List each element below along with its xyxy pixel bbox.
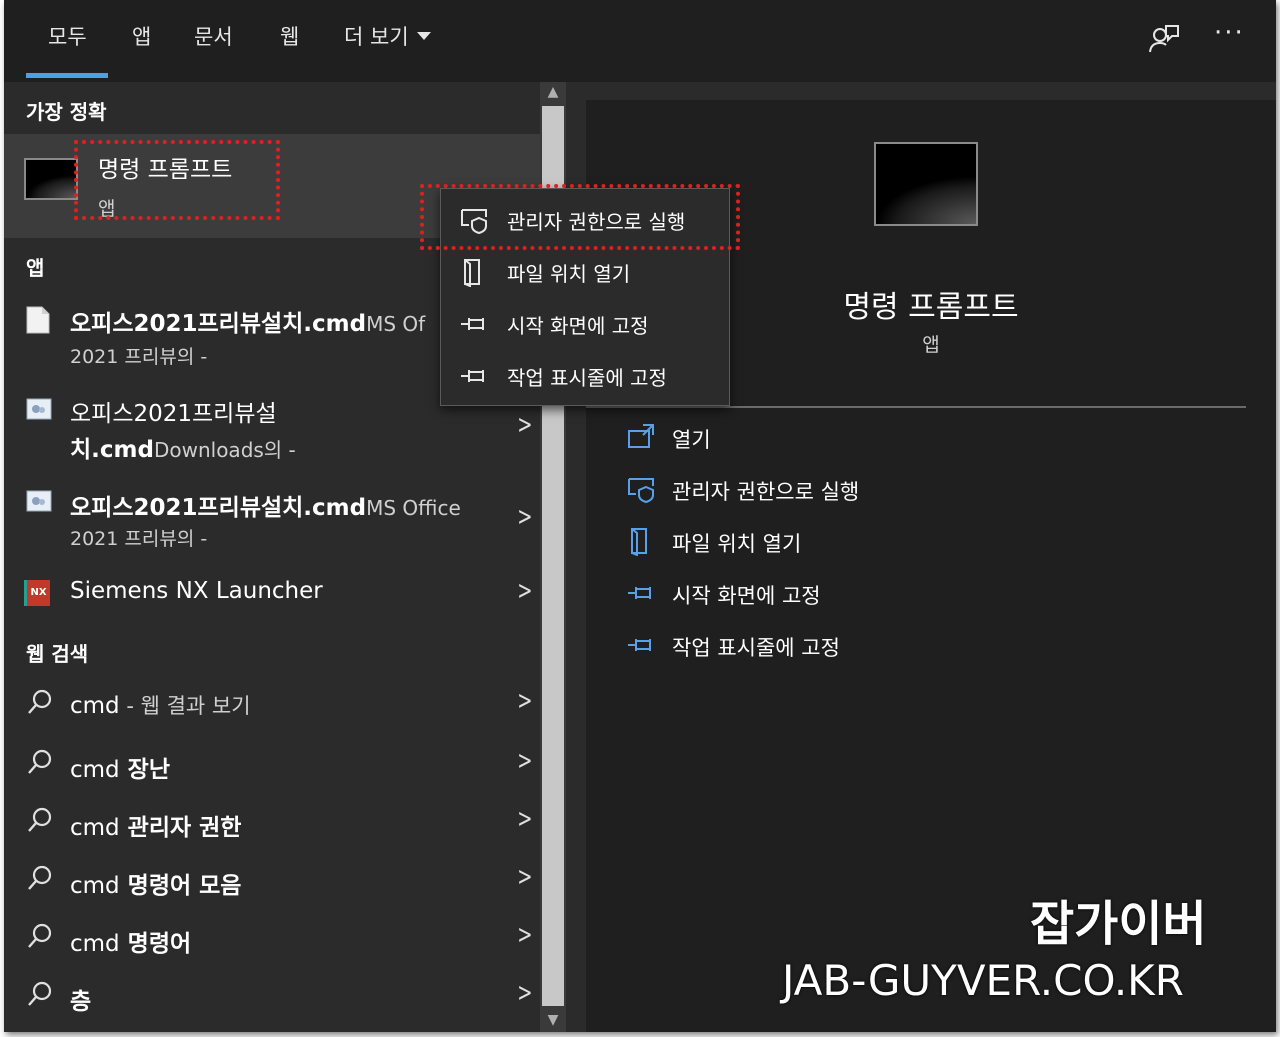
chevron-right-icon[interactable]: > bbox=[517, 920, 532, 950]
tab-web[interactable]: 웹 bbox=[280, 22, 299, 52]
feedback-icon[interactable] bbox=[1146, 22, 1180, 56]
tab-more[interactable]: 더 보기 bbox=[344, 22, 431, 52]
file-location-icon bbox=[631, 528, 647, 556]
tab-more-label: 더 보기 bbox=[344, 25, 409, 49]
best-match-title: 명령 프롬프트 bbox=[98, 157, 233, 183]
app-title: Siemens NX Launcher bbox=[70, 578, 323, 604]
chevron-right-icon[interactable]: > bbox=[517, 804, 532, 834]
menu-item-pin-to-taskbar[interactable]: 작업 표시줄에 고정 bbox=[441, 349, 731, 401]
batch-file-icon bbox=[26, 490, 52, 512]
web-result-text: 층 bbox=[70, 989, 92, 1015]
list-item[interactable]: 오피스2021프리뷰설치.cmdMS Office 2021 프리뷰의 - > bbox=[4, 478, 540, 562]
app-subtitle: 2021 프리뷰의 - bbox=[70, 528, 208, 550]
shield-icon bbox=[461, 209, 487, 235]
action-label: 시작 화면에 고정 bbox=[672, 584, 821, 608]
pin-icon bbox=[628, 639, 651, 651]
search-icon bbox=[28, 923, 52, 948]
menu-item-run-as-admin[interactable]: 관리자 권한으로 실행 bbox=[441, 193, 731, 245]
pin-icon bbox=[461, 370, 484, 382]
app-subtitle: 2021 프리뷰의 - bbox=[70, 346, 208, 368]
search-window: 모두 앱 문서 웹 더 보기 ··· 가장 정확 명령 프롬프트 앱 앱 오피스… bbox=[4, 0, 1276, 1032]
caret-down-icon bbox=[416, 32, 431, 40]
chevron-right-icon[interactable]: > bbox=[517, 862, 532, 892]
section-web-search: 웹 검색 bbox=[26, 642, 89, 666]
menu-item-label: 시작 화면에 고정 bbox=[507, 314, 649, 338]
menu-item-label: 작업 표시줄에 고정 bbox=[507, 366, 667, 390]
list-item[interactable]: cmd 명령어 > bbox=[4, 916, 540, 962]
app-title-line1: 오피스2021프리뷰설 bbox=[70, 401, 277, 427]
scroll-down-icon[interactable]: ▼ bbox=[540, 1012, 566, 1028]
context-menu: 관리자 권한으로 실행 파일 위치 열기 시작 화면에 고정 작업 표시줄에 고… bbox=[440, 188, 730, 406]
batch-file-icon bbox=[26, 398, 52, 420]
search-icon bbox=[28, 807, 52, 832]
list-item[interactable]: cmd 장난 > bbox=[4, 742, 540, 788]
list-item[interactable]: NX Siemens NX Launcher > bbox=[4, 572, 540, 618]
pin-icon bbox=[461, 318, 484, 330]
search-icon bbox=[28, 865, 52, 890]
command-prompt-icon bbox=[24, 158, 78, 200]
chevron-right-icon[interactable]: > bbox=[517, 502, 532, 532]
action-label: 파일 위치 열기 bbox=[672, 532, 802, 556]
chevron-right-icon[interactable]: > bbox=[517, 410, 532, 440]
watermark-title: 잡가이버 bbox=[1030, 896, 1207, 952]
search-icon bbox=[28, 981, 52, 1006]
app-title-line2: 치.cmdDownloads의 - bbox=[70, 437, 296, 463]
menu-item-pin-to-start[interactable]: 시작 화면에 고정 bbox=[441, 297, 731, 349]
chevron-right-icon[interactable]: > bbox=[517, 978, 532, 1008]
scroll-up-icon[interactable]: ▲ bbox=[540, 84, 566, 100]
web-result-text: cmd 명령어 모음 bbox=[70, 873, 242, 899]
search-icon bbox=[28, 689, 52, 714]
action-label: 관리자 권한으로 실행 bbox=[672, 480, 860, 504]
file-icon bbox=[26, 306, 50, 334]
file-location-icon bbox=[464, 259, 480, 287]
active-tab-indicator bbox=[26, 73, 108, 78]
tab-all[interactable]: 모두 bbox=[48, 22, 87, 52]
section-apps: 앱 bbox=[26, 256, 45, 280]
siemens-nx-icon: NX bbox=[24, 580, 50, 606]
shield-icon bbox=[628, 478, 654, 504]
menu-item-open-file-location[interactable]: 파일 위치 열기 bbox=[441, 245, 731, 297]
web-result-text: cmd 명령어 bbox=[70, 931, 192, 957]
search-icon bbox=[28, 749, 52, 774]
chevron-right-icon[interactable]: > bbox=[517, 746, 532, 776]
list-item[interactable]: cmd 관리자 권한 > bbox=[4, 800, 540, 846]
chevron-right-icon[interactable]: > bbox=[517, 686, 532, 716]
app-title: 오피스2021프리뷰설치.cmdMS Office bbox=[70, 495, 461, 521]
tab-bar: 모두 앱 문서 웹 더 보기 ··· bbox=[4, 0, 1276, 82]
chevron-right-icon[interactable]: > bbox=[517, 576, 532, 606]
menu-item-label: 파일 위치 열기 bbox=[507, 262, 631, 286]
more-options-button[interactable]: ··· bbox=[1214, 18, 1245, 48]
action-label: 열기 bbox=[672, 428, 711, 452]
watermark-url: JAB-GUYVER.CO.KR bbox=[782, 956, 1184, 1005]
pin-icon bbox=[628, 587, 651, 599]
web-result-text: cmd - 웹 결과 보기 bbox=[70, 693, 251, 719]
web-result-text: cmd 장난 bbox=[70, 757, 170, 783]
tab-documents[interactable]: 문서 bbox=[194, 22, 233, 52]
list-item[interactable]: cmd 명령어 모음 > bbox=[4, 858, 540, 904]
tab-apps[interactable]: 앱 bbox=[132, 22, 151, 52]
section-best-match: 가장 정확 bbox=[26, 100, 107, 124]
list-item[interactable]: cmd - 웹 결과 보기 > bbox=[4, 682, 540, 728]
preview-divider bbox=[586, 406, 1246, 408]
open-icon bbox=[628, 424, 654, 448]
web-result-text: cmd 관리자 권한 bbox=[70, 815, 242, 841]
list-item[interactable]: 층 > bbox=[4, 974, 540, 1020]
action-label: 작업 표시줄에 고정 bbox=[672, 636, 840, 660]
best-match-subtitle: 앱 bbox=[98, 198, 116, 220]
menu-item-label: 관리자 권한으로 실행 bbox=[507, 210, 686, 234]
command-prompt-large-icon bbox=[874, 142, 978, 226]
app-title: 오피스2021프리뷰설치.cmdMS Of bbox=[70, 311, 426, 337]
